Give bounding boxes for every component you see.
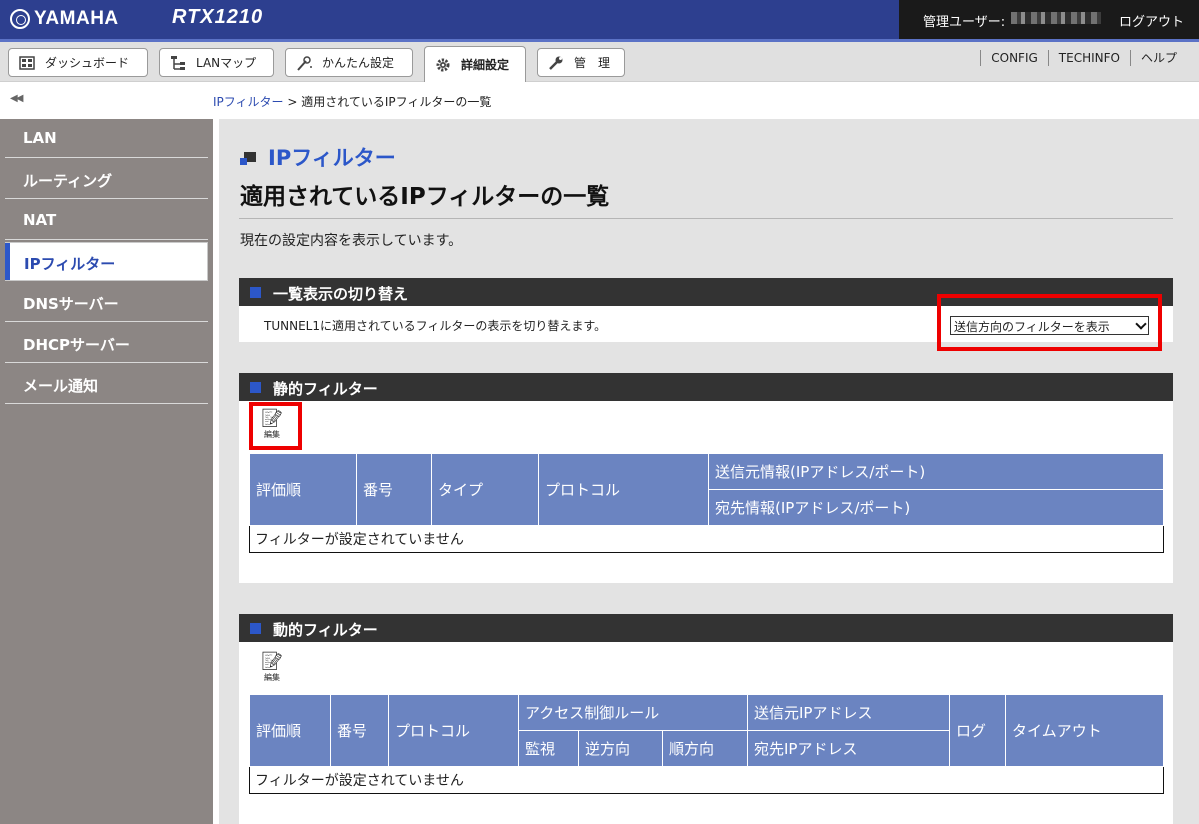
yamaha-logo: YAMAHA <box>10 8 119 30</box>
sidebar-item-nat[interactable]: NAT <box>5 201 208 240</box>
collapse-sidebar-icon[interactable]: ◀◀ <box>10 93 23 104</box>
sidebar-item-dns-server[interactable]: DNSサーバー <box>5 283 208 322</box>
display-switch-text: TUNNEL1に適用されているフィルターの表示を切り替えます。 <box>264 319 607 333</box>
user-box: 管理ユーザー: ログアウト <box>899 0 1199 39</box>
breadcrumb-row: ◀◀ IPフィルター > 適用されているIPフィルターの一覧 <box>0 83 1199 119</box>
col-number: 番号 <box>356 453 432 526</box>
col-order: 評価順 <box>249 694 331 767</box>
tab-management[interactable]: 管 理 <box>537 48 625 77</box>
breadcrumb-parent-link[interactable]: IPフィルター <box>213 95 284 109</box>
logout-link[interactable]: ログアウト <box>1119 11 1184 30</box>
tab-lan-map[interactable]: LANマップ <box>159 48 274 77</box>
wizard-icon <box>296 55 312 71</box>
section-header-static-filter: 静的フィルター <box>239 373 1173 401</box>
col-monitor: 監視 <box>518 730 579 767</box>
admin-user-name-redacted <box>1011 12 1101 24</box>
highlight-box-edit <box>249 402 302 450</box>
col-protocol: プロトコル <box>538 453 709 526</box>
col-reverse: 逆方向 <box>578 730 663 767</box>
sidebar-item-lan[interactable]: LAN <box>5 119 208 158</box>
col-timeout: タイムアウト <box>1005 694 1164 767</box>
gear-icon <box>435 57 451 73</box>
techinfo-link[interactable]: TECHINFO <box>1047 50 1130 66</box>
breadcrumb-separator: > <box>283 95 302 109</box>
col-forward: 順方向 <box>662 730 748 767</box>
tab-easy-setup[interactable]: かんたん設定 <box>285 48 413 77</box>
tab-dashboard[interactable]: ダッシュボード <box>8 48 148 77</box>
tab-label: 詳細設定 <box>461 58 510 72</box>
sidebar-item-dhcp-server[interactable]: DHCPサーバー <box>5 324 208 363</box>
page-title: IPフィルター <box>240 142 396 172</box>
static-empty-row: フィルターが設定されていません <box>249 525 1164 553</box>
dashboard-icon <box>19 55 35 71</box>
dynamic-filter-table: 評価順 番号 プロトコル アクセス制御ルール 送信元IPアドレス ログ タイムア… <box>249 694 1164 794</box>
col-log: ログ <box>949 694 1006 767</box>
tab-label: 管 理 <box>574 56 611 70</box>
help-link[interactable]: ヘルプ <box>1129 50 1187 66</box>
highlight-box-select <box>937 294 1162 351</box>
page-description: 現在の設定内容を表示しています。 <box>240 233 463 249</box>
app-header: YAMAHA RTX1210 管理ユーザー: ログアウト <box>0 0 1199 39</box>
col-access-rule: アクセス制御ルール <box>518 694 748 731</box>
sidebar-item-ip-filter[interactable]: IPフィルター <box>5 242 208 281</box>
col-number: 番号 <box>330 694 389 767</box>
breadcrumb: IPフィルター > 適用されているIPフィルターの一覧 <box>213 93 491 110</box>
yamaha-emblem-icon <box>10 9 30 29</box>
admin-user-label: 管理ユーザー: <box>923 15 1006 30</box>
static-filter-table: 評価順 番号 タイプ プロトコル 送信元情報(IPアドレス/ポート) 宛先情報(… <box>249 453 1164 553</box>
page-subtitle: 適用されているIPフィルターの一覧 <box>240 184 610 210</box>
dynamic-edit-button[interactable]: 📝︎ 編集 <box>258 651 286 683</box>
sidebar-item-mail-notification[interactable]: メール通知 <box>5 365 208 404</box>
tab-label: LANマップ <box>196 56 257 70</box>
breadcrumb-current: 適用されているIPフィルターの一覧 <box>301 95 492 109</box>
dynamic-empty-row: フィルターが設定されていません <box>249 766 1164 794</box>
col-destination-info: 宛先情報(IPアドレス/ポート) <box>708 489 1164 526</box>
top-links: CONFIG TECHINFO ヘルプ <box>980 50 1187 66</box>
main-nav: ダッシュボード LANマップ かんたん設定 詳細設定 管 理 CONFIG TE… <box>0 42 1199 82</box>
page-title-text: IPフィルター <box>268 146 396 170</box>
col-type: タイプ <box>431 453 539 526</box>
brand-name: YAMAHA <box>34 8 119 29</box>
col-order: 評価順 <box>249 453 357 526</box>
edit-icon: 📝︎ <box>260 651 284 672</box>
col-protocol: プロトコル <box>388 694 519 767</box>
edit-label: 編集 <box>264 673 280 682</box>
tab-label: ダッシュボード <box>45 56 130 70</box>
col-source-ip: 送信元IPアドレス <box>747 694 950 731</box>
tab-advanced-settings[interactable]: 詳細設定 <box>424 46 526 82</box>
lan-map-icon <box>170 55 186 71</box>
tab-label: かんたん設定 <box>322 56 395 70</box>
section-header-dynamic-filter: 動的フィルター <box>239 614 1173 642</box>
col-source-info: 送信元情報(IPアドレス/ポート) <box>708 453 1164 490</box>
config-link[interactable]: CONFIG <box>980 50 1048 66</box>
title-square-icon <box>240 148 258 166</box>
wrench-icon <box>548 55 564 71</box>
col-destination-ip: 宛先IPアドレス <box>747 730 950 767</box>
sidebar-item-routing[interactable]: ルーティング <box>5 160 208 199</box>
title-divider <box>239 218 1173 219</box>
model-name: RTX1210 <box>172 6 264 28</box>
